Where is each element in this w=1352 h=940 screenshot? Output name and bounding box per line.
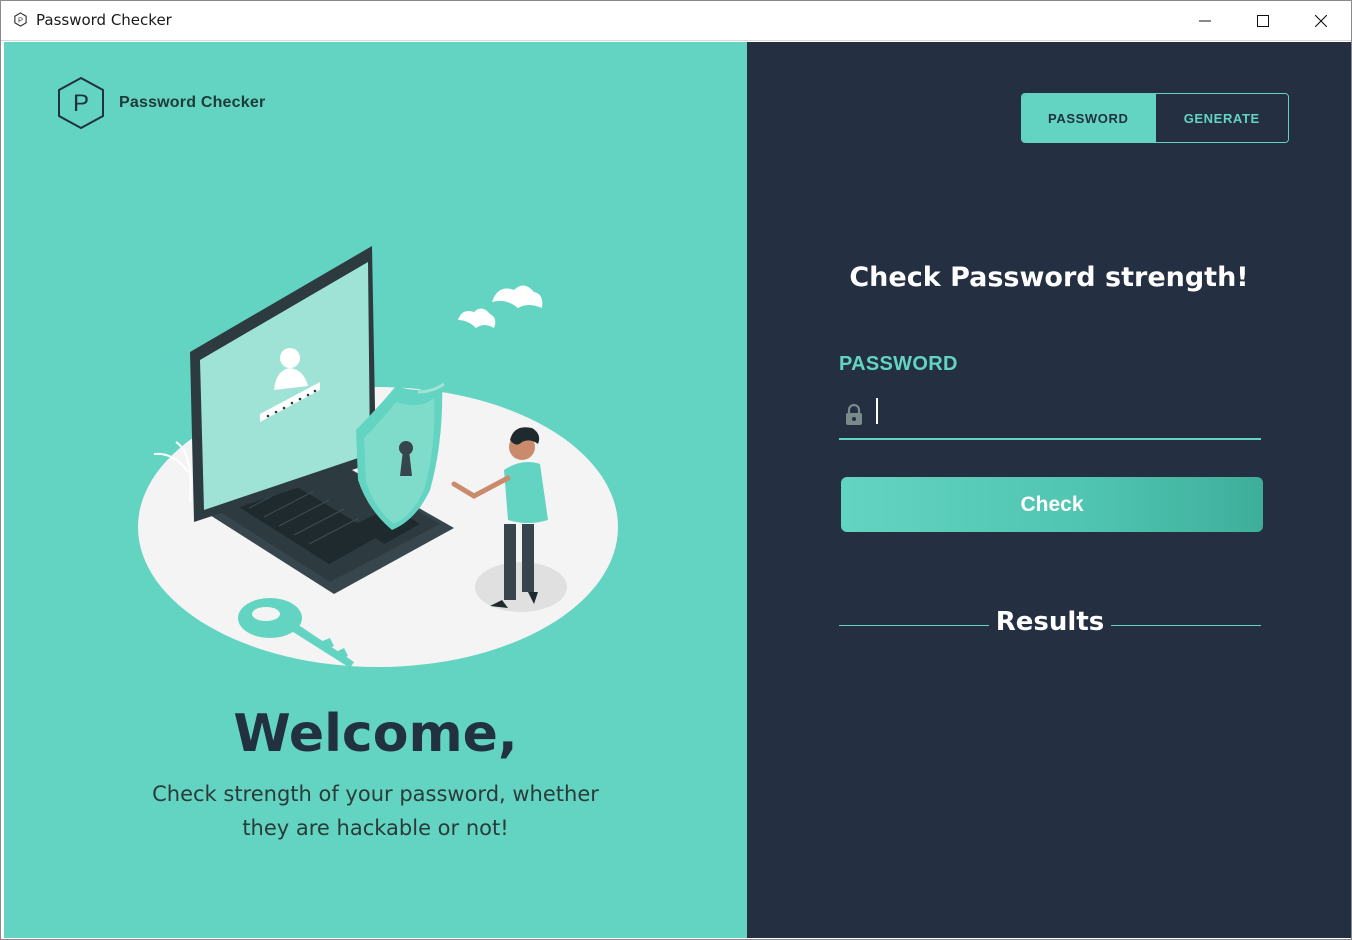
subtitle-line-2: they are hackable or not! (242, 816, 509, 840)
password-label: PASSWORD (839, 353, 958, 375)
welcome-panel: P Password Checker Welcome, Check streng… (4, 42, 747, 938)
results-heading: Results (995, 607, 1105, 637)
checker-panel: PASSWORD GENERATE Check Password strengt… (747, 42, 1351, 938)
brand-letter: P (73, 90, 89, 117)
laptop-security-illustration (138, 246, 618, 668)
app-window: P Password Checker P Password Checker We… (0, 0, 1352, 940)
check-button[interactable]: Check (841, 477, 1263, 532)
app-p-icon: P (14, 12, 27, 27)
window-title: Password Checker (36, 11, 172, 29)
close-icon (1315, 14, 1327, 27)
results-divider: Results (839, 605, 1261, 645)
mode-tabs: PASSWORD GENERATE (1021, 93, 1289, 143)
minimize-icon (1199, 20, 1211, 21)
results-line-right (1111, 625, 1261, 626)
password-input[interactable] (883, 396, 1257, 430)
brand-logo-icon: P (58, 76, 104, 130)
maximize-icon (1257, 14, 1269, 27)
brand-name: Password Checker (119, 94, 266, 111)
close-button[interactable] (1292, 1, 1350, 40)
maximize-button[interactable] (1234, 1, 1292, 40)
tab-password[interactable]: PASSWORD (1022, 94, 1155, 142)
subtitle-line-1: Check strength of your password, whether (152, 782, 599, 806)
text-caret (876, 398, 878, 424)
minimize-button[interactable] (1176, 1, 1234, 40)
lock-icon (846, 403, 862, 425)
password-field[interactable] (839, 392, 1261, 440)
svg-text:P: P (18, 15, 23, 24)
welcome-subtitle: Check strength of your password, whether… (4, 777, 747, 845)
title-bar[interactable]: P Password Checker (1, 1, 1351, 41)
tab-generate[interactable]: GENERATE (1154, 94, 1288, 142)
welcome-heading: Welcome, (233, 704, 518, 764)
page-title: Check Password strength! (849, 262, 1249, 293)
